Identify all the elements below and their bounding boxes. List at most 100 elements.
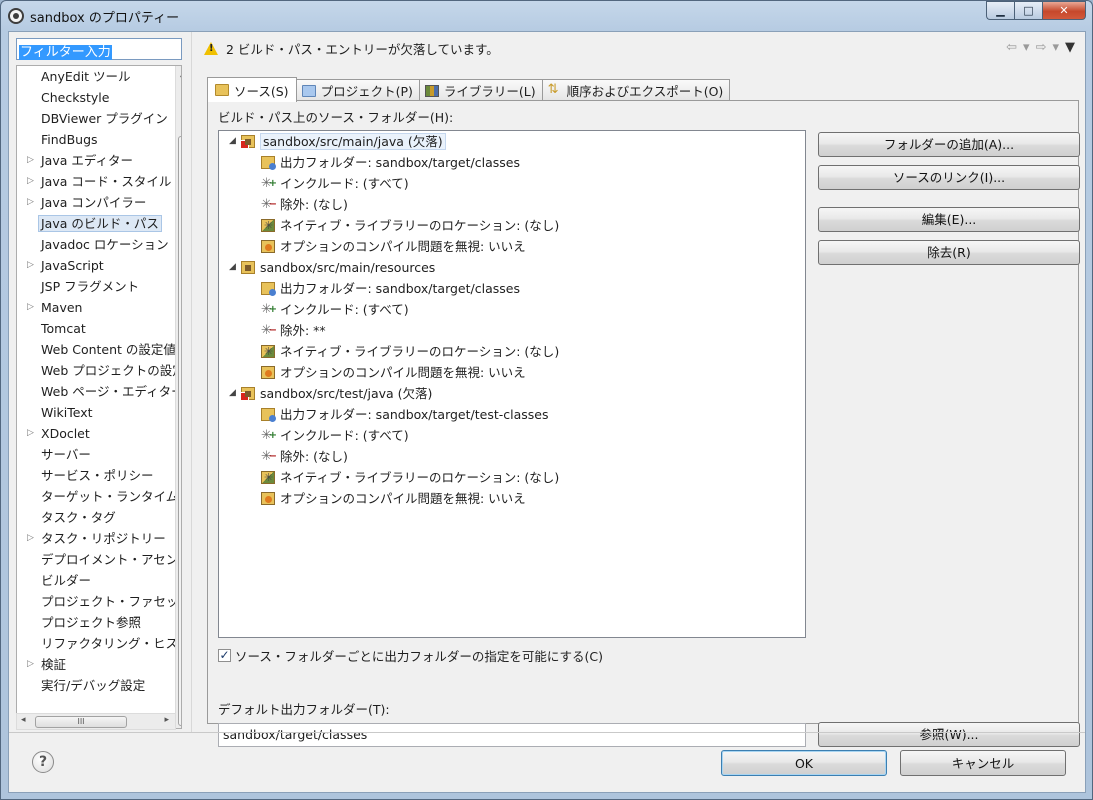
cancel-button[interactable]: キャンセル [900,750,1066,776]
collapse-arrow-icon[interactable]: ◢ [229,131,236,152]
minimize-button[interactable]: ▁ [986,1,1014,20]
expand-arrow-icon[interactable]: ▷ [27,528,34,549]
property-page-item[interactable]: プロジェクト参照 [17,612,177,633]
source-folder-attribute[interactable]: オプションのコンパイル問題を無視: いいえ [219,362,805,383]
property-page-label: Maven [41,300,83,315]
scroll-right-icon[interactable]: ▸ [164,715,169,725]
add-folder-button[interactable]: フォルダーの追加(A)... [818,132,1080,157]
scroll-up-icon[interactable]: ▲ [180,69,181,79]
property-page-item[interactable]: AnyEdit ツール [17,66,177,87]
property-page-item[interactable]: Checkstyle [17,87,177,108]
property-page-item[interactable]: プロジェクト・ファセット [17,591,177,612]
tab-order-export[interactable]: 順序およびエクスポート(O) [541,79,731,101]
expand-arrow-icon[interactable]: ▷ [27,423,34,444]
default-output-field[interactable]: sandbox/target/classes [218,723,806,747]
panel-sash[interactable] [191,32,192,732]
expand-arrow-icon[interactable]: ▷ [27,171,34,192]
tab-libraries[interactable]: ライブラリー(L) [418,79,543,101]
maximize-button[interactable]: □ [1014,1,1042,20]
remove-button[interactable]: 除去(R) [818,240,1080,265]
source-folder-attribute[interactable]: インクルード: (すべて) [219,173,805,194]
source-folder-attribute[interactable]: 出力フォルダー: sandbox/target/classes [219,278,805,299]
tree-horizontal-scrollbar[interactable]: ◂ III ▸ [16,713,176,730]
property-page-item[interactable]: デプロイメント・アセンブリー [17,549,177,570]
property-page-item[interactable]: サービス・ポリシー [17,465,177,486]
back-menu-icon[interactable]: ▾ [1023,40,1030,55]
source-folder-item[interactable]: ◢ sandbox/src/main/resources [219,257,805,278]
source-folder-attribute[interactable]: 除外: (なし) [219,194,805,215]
browse-button[interactable]: 参照(W)... [818,722,1080,747]
expand-arrow-icon[interactable]: ▷ [27,297,34,318]
expand-arrow-icon[interactable]: ▷ [27,192,34,213]
title-bar[interactable]: sandbox のプロパティー ▁ □ ✕ [1,1,1092,31]
property-page-item[interactable]: ターゲット・ランタイム [17,486,177,507]
allow-output-folders-checkbox[interactable]: ✓ [218,649,231,662]
property-page-item[interactable]: ▷ JavaScript [17,255,177,276]
source-folder-item[interactable]: ◢ sandbox/src/test/java (欠落) [219,383,805,404]
property-page-item[interactable]: Java のビルド・パス [17,213,177,234]
source-folder-attribute[interactable]: オプションのコンパイル問題を無視: いいえ [219,236,805,257]
edit-button[interactable]: 編集(E)... [818,207,1080,232]
tab-source[interactable]: ソース(S) [207,77,297,102]
property-page-item[interactable]: ▷ Java コンパイラー [17,192,177,213]
property-page-label: Tomcat [41,321,86,336]
allow-output-folders-option[interactable]: ✓ ソース・フォルダーごとに出力フォルダーの指定を可能にする(C) [218,646,603,665]
tab-projects[interactable]: プロジェクト(P) [295,79,420,101]
property-page-item[interactable]: 実行/デバッグ設定 [17,675,177,696]
expand-arrow-icon[interactable]: ▷ [27,255,34,276]
property-page-item[interactable]: ビルダー [17,570,177,591]
view-menu-icon[interactable]: ▼ [1065,40,1075,55]
property-page-item[interactable]: タスク・タグ [17,507,177,528]
property-page-item[interactable]: ▷ Java エディター [17,150,177,171]
property-page-item[interactable]: ▷ Java コード・スタイル [17,171,177,192]
expand-arrow-icon[interactable]: ▷ [27,150,34,171]
source-folder-attribute[interactable]: 除外: (なし) [219,446,805,467]
property-page-item[interactable]: WikiText [17,402,177,423]
hscrollbar-thumb[interactable]: III [35,716,127,728]
forward-arrow-icon[interactable]: ⇨ [1036,40,1047,55]
close-button[interactable]: ✕ [1042,1,1086,20]
filter-input[interactable]: フィルター入力 [16,38,182,60]
source-folder-attribute[interactable]: 出力フォルダー: sandbox/target/test-classes [219,404,805,425]
property-page-item[interactable]: Web Content の設定値 [17,339,177,360]
source-folder-attribute[interactable]: 出力フォルダー: sandbox/target/classes [219,152,805,173]
scroll-left-icon[interactable]: ◂ [21,715,26,725]
expand-arrow-icon[interactable]: ▷ [27,654,34,675]
back-arrow-icon[interactable]: ⇦ [1006,40,1017,55]
link-source-button[interactable]: ソースのリンク(I)... [818,165,1080,190]
source-folder-attribute[interactable]: インクルード: (すべて) [219,299,805,320]
property-page-item[interactable]: DBViewer プラグイン [17,108,177,129]
scrollbar-thumb[interactable] [178,136,181,726]
attribute-text: 出力フォルダー: sandbox/target/test-classes [280,407,549,422]
source-folder-tree[interactable]: ◢ sandbox/src/main/java (欠落) 出力フォルダー: sand… [218,130,806,638]
property-page-item[interactable]: ▷ タスク・リポジトリー [17,528,177,549]
collapse-arrow-icon[interactable]: ◢ [229,383,236,404]
ignore-problems-icon [261,240,275,253]
source-folder-attribute[interactable]: ネイティブ・ライブラリーのロケーション: (なし) [219,341,805,362]
source-folder-attribute[interactable]: ネイティブ・ライブラリーのロケーション: (なし) [219,467,805,488]
source-folder-path: sandbox/src/main/resources [260,260,436,275]
source-folder-attribute[interactable]: 除外: ** [219,320,805,341]
ok-button[interactable]: OK [721,750,887,776]
property-page-item[interactable]: リファクタリング・ヒストリー [17,633,177,654]
property-page-item[interactable]: ▷ Maven [17,297,177,318]
property-page-item[interactable]: ▷ 検証 [17,654,177,675]
property-page-tree[interactable]: AnyEdit ツール Checkstyle DBViewer プラグイン FindB… [16,65,182,729]
source-folder-attribute[interactable]: インクルード: (すべて) [219,425,805,446]
source-folder-item[interactable]: ◢ sandbox/src/main/java (欠落) [219,131,805,152]
property-page-item[interactable]: サーバー [17,444,177,465]
help-icon[interactable]: ? [32,751,54,773]
property-page-item[interactable]: ▷ XDoclet [17,423,177,444]
forward-menu-icon[interactable]: ▾ [1052,40,1059,55]
property-page-item[interactable]: Javadoc ロケーション [17,234,177,255]
source-folder-attribute[interactable]: オプションのコンパイル問題を無視: いいえ [219,488,805,509]
tree-vertical-scrollbar[interactable]: ▲ [175,66,181,728]
collapse-arrow-icon[interactable]: ◢ [229,257,236,278]
property-page-item[interactable]: Web プロジェクトの設定 [17,360,177,381]
property-page-item[interactable]: Web ページ・エディター [17,381,177,402]
property-page-item[interactable]: JSP フラグメント [17,276,177,297]
attribute-text: 除外: (なし) [280,197,348,212]
source-folder-attribute[interactable]: ネイティブ・ライブラリーのロケーション: (なし) [219,215,805,236]
property-page-item[interactable]: Tomcat [17,318,177,339]
property-page-item[interactable]: FindBugs [17,129,177,150]
